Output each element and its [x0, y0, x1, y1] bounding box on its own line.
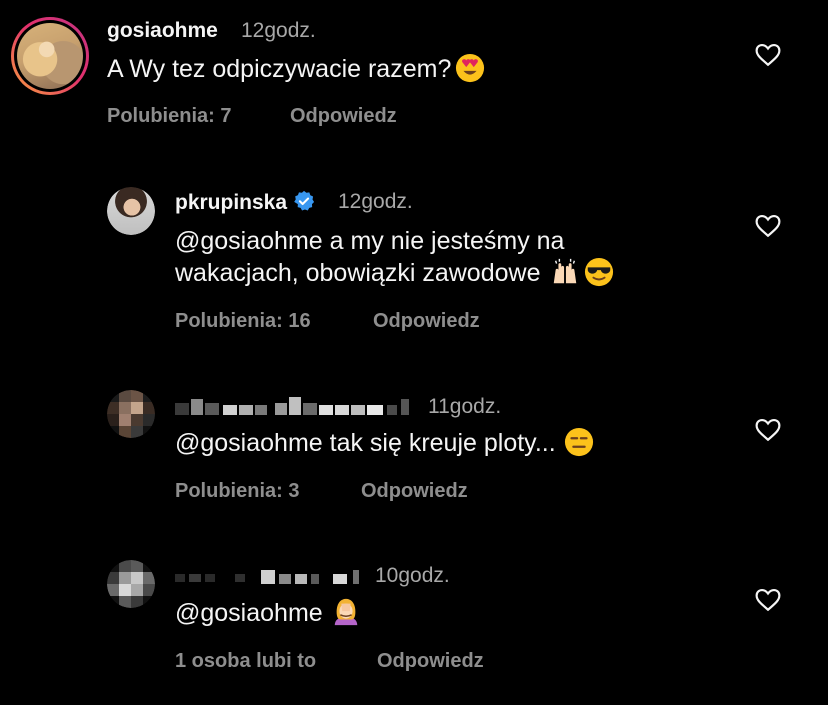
avatar-gosiaohme[interactable] — [11, 17, 89, 95]
avatar-photo — [107, 187, 155, 235]
avatar-photo — [17, 23, 83, 89]
expressionless-emoji — [564, 427, 593, 457]
likes-count[interactable]: 1 osoba lubi to — [175, 650, 316, 673]
heart-outline-icon[interactable] — [755, 43, 781, 67]
comment-text-body: tak się kreuje ploty... — [322, 429, 556, 457]
avatar-pixelated[interactable] — [107, 560, 155, 608]
comment-text: @gosiaohme tak się kreuje ploty... — [175, 427, 594, 459]
comment-time: 11godz. — [428, 395, 502, 418]
reply-button[interactable]: Odpowiedz — [377, 650, 484, 673]
heart-outline-icon[interactable] — [755, 588, 781, 612]
reply-button[interactable]: Odpowiedz — [373, 310, 480, 333]
comment-username[interactable]: pkrupinska — [175, 190, 315, 215]
avatar-pixelated[interactable] — [107, 390, 155, 438]
mention-link[interactable]: @gosiaohme — [175, 227, 323, 255]
reply-button[interactable]: Odpowiedz — [361, 480, 468, 503]
avatar-photo — [107, 560, 155, 608]
likes-count[interactable]: Polubienia: 16 — [175, 310, 311, 333]
comment-time: 12godz. — [338, 190, 413, 213]
avatar-photo — [107, 390, 155, 438]
comment-time: 10godz. — [375, 564, 450, 587]
heart-outline-icon[interactable] — [755, 214, 781, 238]
facepalm-emoji — [334, 598, 357, 626]
blurred-username[interactable] — [175, 395, 425, 421]
blurred-username[interactable] — [175, 564, 375, 590]
comment-text: @gosiaohme a my nie jesteśmy na wakacjac… — [175, 225, 735, 289]
avatar-pkrupinska[interactable] — [107, 187, 155, 235]
comment-text: @gosiaohme — [175, 597, 361, 629]
heart-eyes-emoji — [456, 53, 485, 83]
mention-link[interactable]: @gosiaohme — [175, 429, 323, 457]
comment-text: A Wy tez odpiczywacie razem? — [107, 53, 485, 85]
reply-button[interactable]: Odpowiedz — [290, 105, 397, 128]
likes-count[interactable]: Polubienia: 7 — [107, 105, 231, 128]
raising-hands-emoji — [554, 258, 577, 284]
comment-text-line2: wakacjach, obowiązki zawodowe — [175, 259, 541, 287]
likes-count[interactable]: Polubienia: 3 — [175, 480, 299, 503]
username-text: pkrupinska — [175, 191, 288, 214]
verified-badge-icon — [294, 190, 315, 211]
comment-username[interactable]: gosiaohme — [107, 19, 218, 43]
sunglasses-emoji — [585, 257, 614, 287]
heart-outline-icon[interactable] — [755, 418, 781, 442]
mention-link[interactable]: @gosiaohme — [175, 599, 323, 627]
comment-text-body: A Wy tez odpiczywacie razem? — [107, 55, 452, 83]
comment-time: 12godz. — [241, 19, 316, 42]
comment-text-line1: a my nie jesteśmy na — [322, 227, 565, 255]
